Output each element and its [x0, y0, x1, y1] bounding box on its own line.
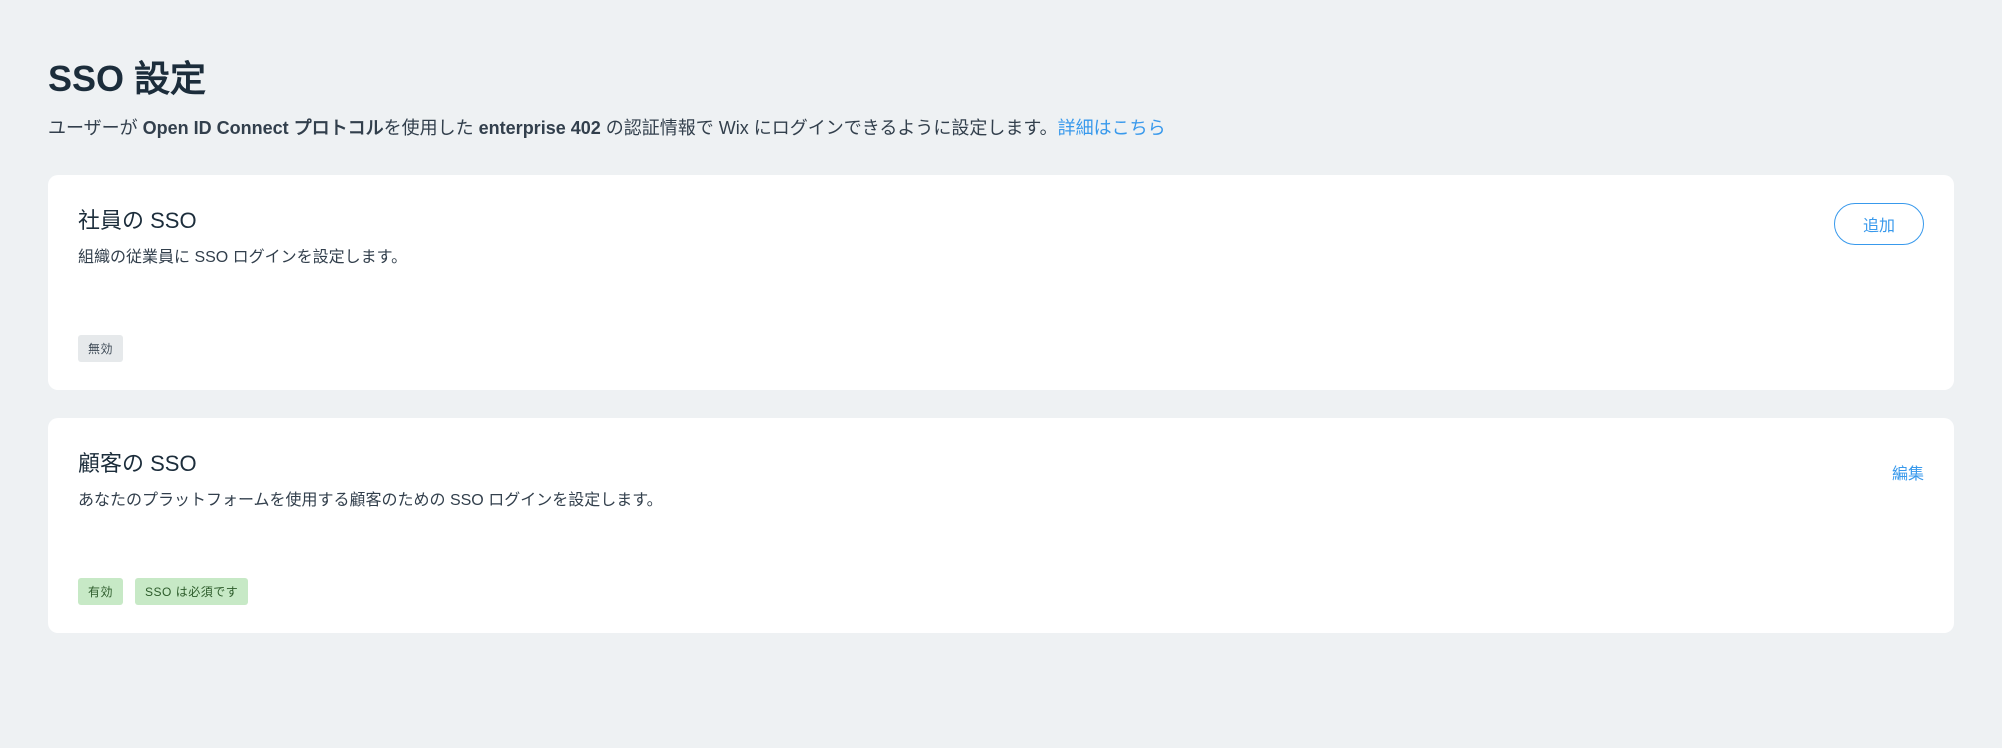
customer-sso-card: 顧客の SSO あなたのプラットフォームを使用する顧客のための SSO ログイン…: [48, 418, 1954, 633]
desc-prefix: ユーザーが: [48, 118, 143, 138]
page-description: ユーザーが Open ID Connect プロトコルを使用した enterpr…: [48, 114, 1954, 143]
desc-suffix: の認証情報で Wix にログインできるように設定します。: [601, 118, 1058, 138]
customer-sso-title: 顧客の SSO: [78, 446, 1892, 478]
learn-more-link[interactable]: 詳細はこちら: [1058, 118, 1166, 138]
desc-enterprise: enterprise 402: [479, 118, 601, 138]
status-badge-required: SSO は必須です: [135, 578, 248, 605]
status-badge-enabled: 有効: [78, 578, 123, 605]
desc-protocol: Open ID Connect プロトコル: [143, 118, 384, 138]
status-badge-disabled: 無効: [78, 335, 123, 362]
employee-sso-card: 社員の SSO 組織の従業員に SSO ログインを設定します。 追加 無効: [48, 175, 1954, 390]
customer-sso-description: あなたのプラットフォームを使用する顧客のための SSO ログインを設定します。: [78, 486, 1892, 510]
employee-sso-title: 社員の SSO: [78, 203, 1834, 235]
employee-sso-badges: 無効: [78, 335, 1924, 362]
edit-button[interactable]: 編集: [1892, 460, 1924, 484]
add-button[interactable]: 追加: [1834, 203, 1924, 245]
page-title: SSO 設定: [48, 50, 1954, 102]
employee-sso-description: 組織の従業員に SSO ログインを設定します。: [78, 243, 1834, 267]
desc-mid1: を使用した: [384, 118, 479, 138]
customer-sso-badges: 有効 SSO は必須です: [78, 578, 1924, 605]
